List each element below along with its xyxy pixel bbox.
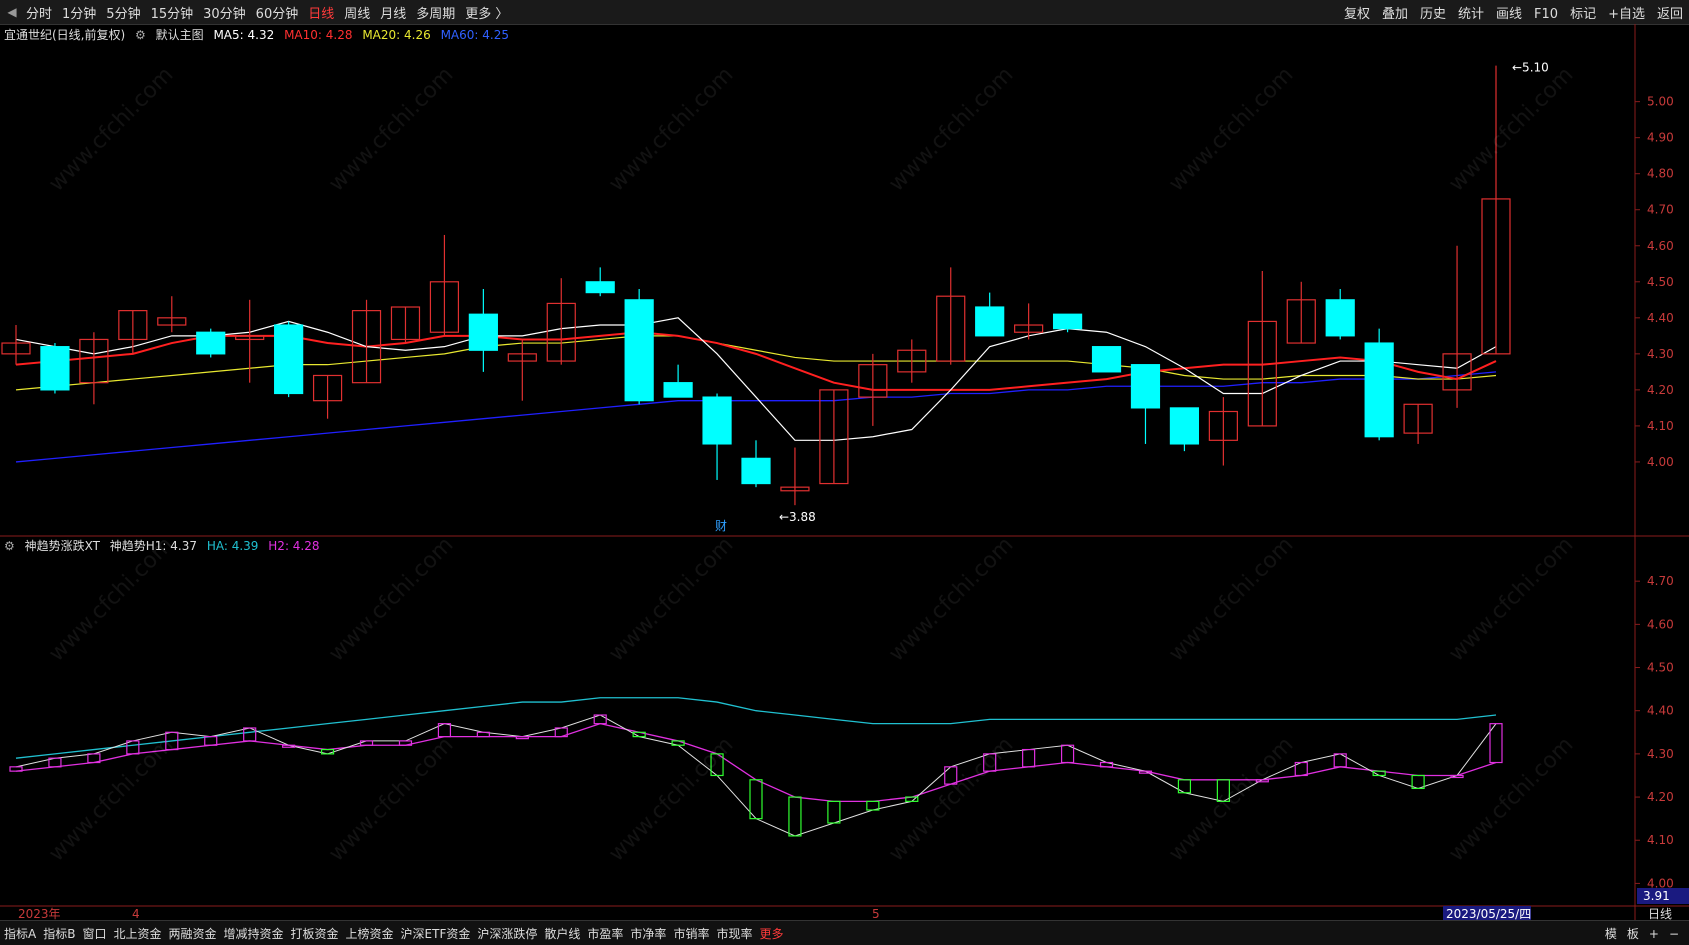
watermark-text: www.cfchi.com	[324, 732, 458, 866]
watermark-text: www.cfchi.com	[604, 62, 738, 196]
main-axis-label: 4.50	[1647, 275, 1674, 289]
candle-body	[196, 331, 226, 355]
candle-body	[1130, 364, 1161, 409]
indicator-tab-7[interactable]: 上榜资金	[346, 927, 394, 941]
indicator-tab-11[interactable]: 市盈率	[587, 927, 623, 941]
indicator-tab-0[interactable]: 指标A	[4, 927, 36, 941]
watermark-text: www.cfchi.com	[1444, 62, 1578, 196]
main-axis-label: 5.00	[1647, 95, 1674, 109]
indicator-tab-4[interactable]: 两融资金	[168, 927, 216, 941]
indicator-tab-10[interactable]: 散户线	[544, 927, 580, 941]
watermark-text: www.cfchi.com	[1164, 62, 1298, 196]
indicator-tab-15[interactable]: 更多	[759, 927, 783, 941]
watermark-text: www.cfchi.com	[1444, 732, 1578, 866]
candle-body	[40, 346, 70, 391]
candle-body	[663, 382, 693, 398]
indicator-tab-3[interactable]: 北上资金	[113, 927, 161, 941]
year-label: 2023年	[18, 907, 61, 920]
financial-report-marker: 财	[715, 519, 727, 533]
candle-body	[741, 457, 771, 485]
trend-bar	[1022, 748, 1036, 768]
watermark-text: www.cfchi.com	[604, 732, 738, 866]
indicator-tabs: 指标A 指标B 窗口 北上资金 两融资金 增减持资金 打板资金 上榜资金 沪深ETF资金 沪深涨跌…	[4, 925, 790, 942]
candle-body	[1364, 342, 1394, 438]
trend-bar	[126, 740, 140, 755]
sub-axis-label: 4.70	[1647, 574, 1674, 588]
watermark-text: www.cfchi.com	[884, 62, 1018, 196]
candle-body	[702, 396, 732, 445]
indicator-tab-1[interactable]: 指标B	[43, 927, 75, 941]
main-axis-label: 4.40	[1647, 311, 1674, 325]
main-axis-label: 4.80	[1647, 167, 1674, 181]
watermark-text: www.cfchi.com	[884, 532, 1018, 666]
main-axis-label: 4.90	[1647, 131, 1674, 145]
sub-axis-label: 4.60	[1647, 617, 1674, 631]
sub-axis-label: 4.30	[1647, 747, 1674, 761]
month-5-label: 5	[872, 907, 880, 920]
high-price-annotation: ←5.10	[1512, 61, 1549, 75]
bottom-control-2[interactable]: +	[1649, 927, 1659, 941]
watermark-text: www.cfchi.com	[324, 62, 458, 196]
watermark-text: www.cfchi.com	[1444, 532, 1578, 666]
main-axis-label: 4.00	[1647, 455, 1674, 469]
trend-bar	[1411, 774, 1425, 790]
trend-bar	[749, 779, 763, 820]
trend-bar	[515, 736, 529, 740]
sub-axis-label: 4.40	[1647, 704, 1674, 718]
watermark-text: www.cfchi.com	[1164, 732, 1298, 866]
cursor-date-label: 2023/05/25/四	[1446, 907, 1531, 920]
trend-bar	[204, 736, 218, 746]
indicator-tab-12[interactable]: 市净率	[630, 927, 666, 941]
candle-body	[468, 313, 498, 351]
bottom-control-1[interactable]: 板	[1627, 927, 1639, 941]
indicator-tab-2[interactable]: 窗口	[82, 927, 106, 941]
indicator-tab-5[interactable]: 增减持资金	[224, 927, 284, 941]
bottom-right-controls: 模板 + −	[1595, 925, 1679, 942]
watermark-text: www.cfchi.com	[1164, 532, 1298, 666]
candle-body	[1091, 346, 1122, 373]
main-axis-label: 4.20	[1647, 383, 1674, 397]
candle-body	[624, 299, 654, 402]
watermark-text: www.cfchi.com	[324, 532, 458, 666]
candle-body	[274, 324, 304, 395]
indicator-tab-8[interactable]: 沪深ETF资金	[401, 927, 471, 941]
low-price-annotation: ←3.88	[779, 510, 816, 524]
watermark-text: www.cfchi.com	[44, 532, 178, 666]
kline-chart[interactable]: 5.00 4.90 4.80 4.70 4.60 4.50 4.40 4.30 4.20 4.10…	[0, 0, 1689, 920]
candle-body	[585, 281, 615, 294]
bottom-control-0[interactable]: 模	[1605, 927, 1617, 941]
bottom-control-3[interactable]: −	[1669, 927, 1679, 941]
period-label: 日线	[1648, 907, 1672, 920]
sub-axis-label: 4.50	[1647, 661, 1674, 675]
main-axis-label: 4.60	[1647, 239, 1674, 253]
trend-bar	[827, 800, 841, 824]
indicator-tab-14[interactable]: 市现率	[716, 927, 752, 941]
candle-body	[1052, 313, 1083, 330]
sub-axis-label: 4.20	[1647, 790, 1674, 804]
main-axis-label: 4.70	[1647, 203, 1674, 217]
main-axis-label: 4.30	[1647, 347, 1674, 361]
sub-axis-label: 4.10	[1647, 833, 1674, 847]
candle-body	[1169, 407, 1200, 445]
main-axis-label: 4.10	[1647, 419, 1674, 433]
candle-body	[1325, 299, 1355, 337]
month-4-label: 4	[132, 907, 140, 920]
bottom-toolbar: 指标A 指标B 窗口 北上资金 两融资金 增减持资金 打板资金 上榜资金 沪深ETF资金 沪深涨跌…	[0, 920, 1689, 945]
indicator-tab-13[interactable]: 市销率	[673, 927, 709, 941]
trend-bar	[1060, 744, 1075, 764]
cursor-value-label: 3.91	[1643, 889, 1670, 903]
ma10-line	[15, 331, 1497, 391]
trend-bar	[788, 796, 802, 837]
indicator-tab-6[interactable]: 打板资金	[291, 927, 339, 941]
candle-body	[975, 306, 1005, 337]
watermark-text: www.cfchi.com	[604, 532, 738, 666]
indicator-tab-9[interactable]: 沪深涨跌停	[477, 927, 537, 941]
watermark-text: www.cfchi.com	[44, 62, 178, 196]
watermark-text: www.cfchi.com	[884, 732, 1018, 866]
